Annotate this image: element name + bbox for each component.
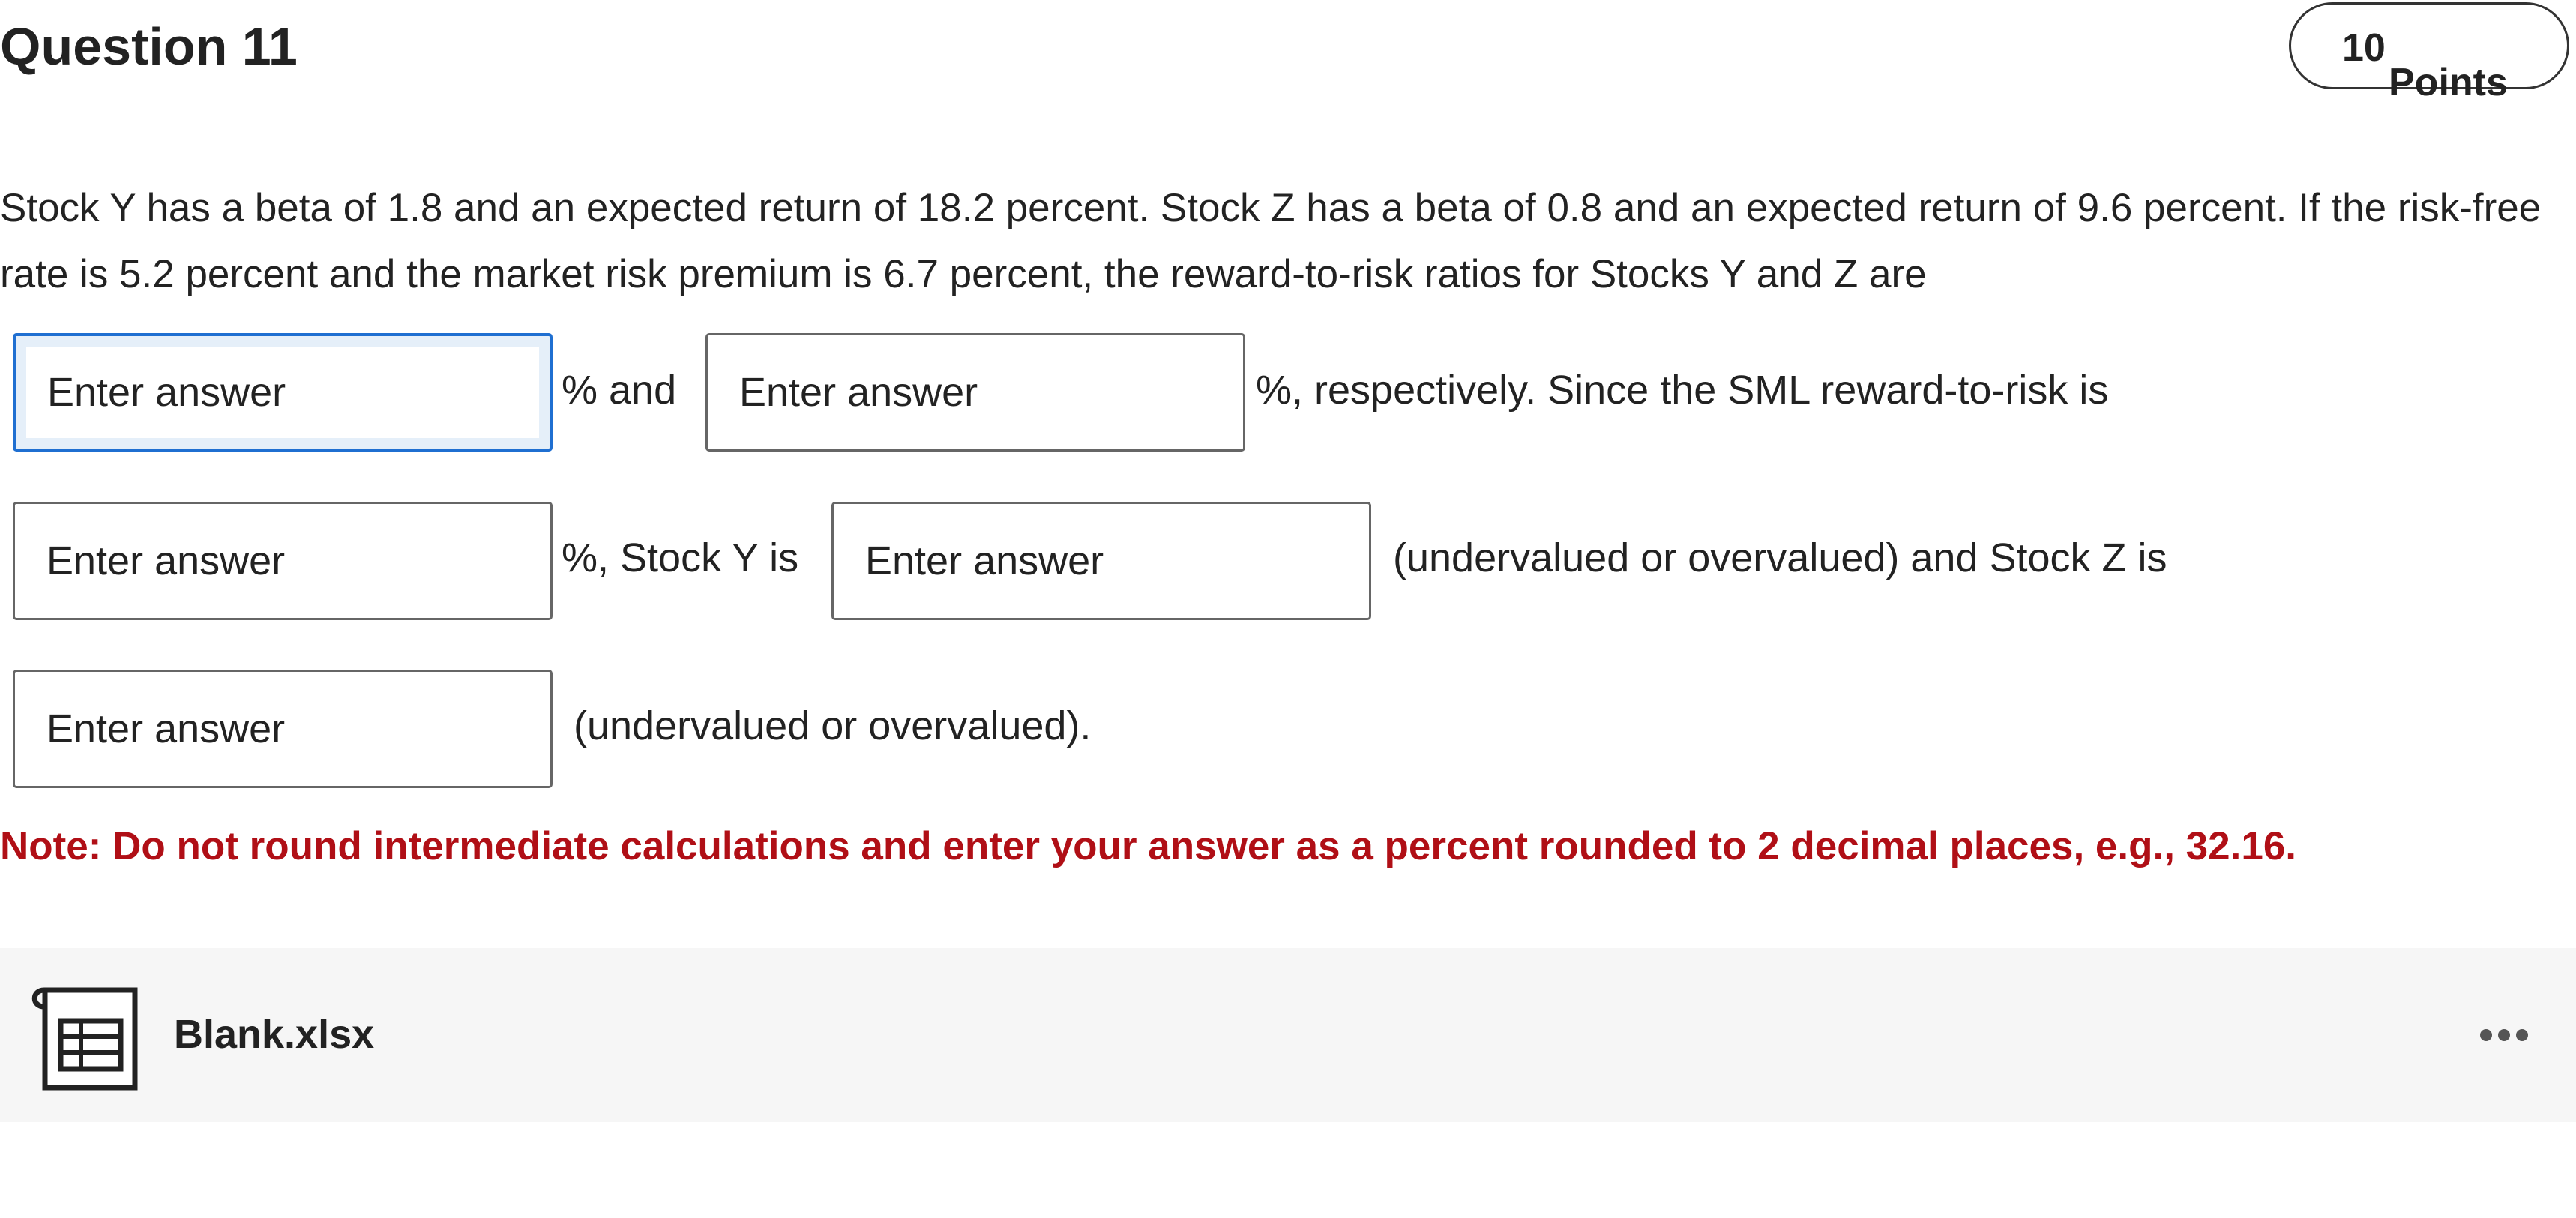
points-label: Points	[2389, 61, 2508, 104]
rounding-note: Note: Do not round intermediate calculat…	[0, 824, 2297, 868]
more-options-icon[interactable]	[2474, 1017, 2534, 1054]
answer-connector-1: % and	[562, 368, 677, 412]
points-value: 10	[2342, 26, 2386, 70]
answer-input-4[interactable]	[831, 502, 1371, 620]
attachment-file-name[interactable]: Blank.xlsx	[174, 1008, 374, 1060]
answer-connector-2: %, respectively. Since the SML reward-to…	[1256, 368, 2109, 412]
answer-input-1[interactable]	[13, 333, 553, 452]
answer-connector-4: (undervalued or overvalued) and Stock Z …	[1393, 536, 2167, 580]
answer-input-5[interactable]	[13, 670, 553, 788]
answer-connector-5: (undervalued or overvalued).	[574, 704, 1092, 748]
question-prompt: Stock Y has a beta of 1.8 and an expecte…	[0, 186, 2542, 296]
answer-input-3[interactable]	[13, 502, 553, 620]
more-options-dot	[2480, 1029, 2492, 1041]
answer-input-2[interactable]	[705, 333, 1245, 452]
points-badge: 10 Points	[2289, 2, 2569, 104]
question-title: Question 11	[0, 17, 298, 76]
answer-connector-3: %, Stock Y is	[562, 536, 799, 580]
more-options-dot	[2498, 1029, 2510, 1041]
attachment-bar: Blank.xlsx	[0, 948, 2576, 1122]
question-page: Question 11 10 Points Stock Y has a beta…	[0, 0, 2576, 1218]
spreadsheet-file-icon[interactable]	[28, 975, 142, 1095]
more-options-dot	[2516, 1029, 2528, 1041]
